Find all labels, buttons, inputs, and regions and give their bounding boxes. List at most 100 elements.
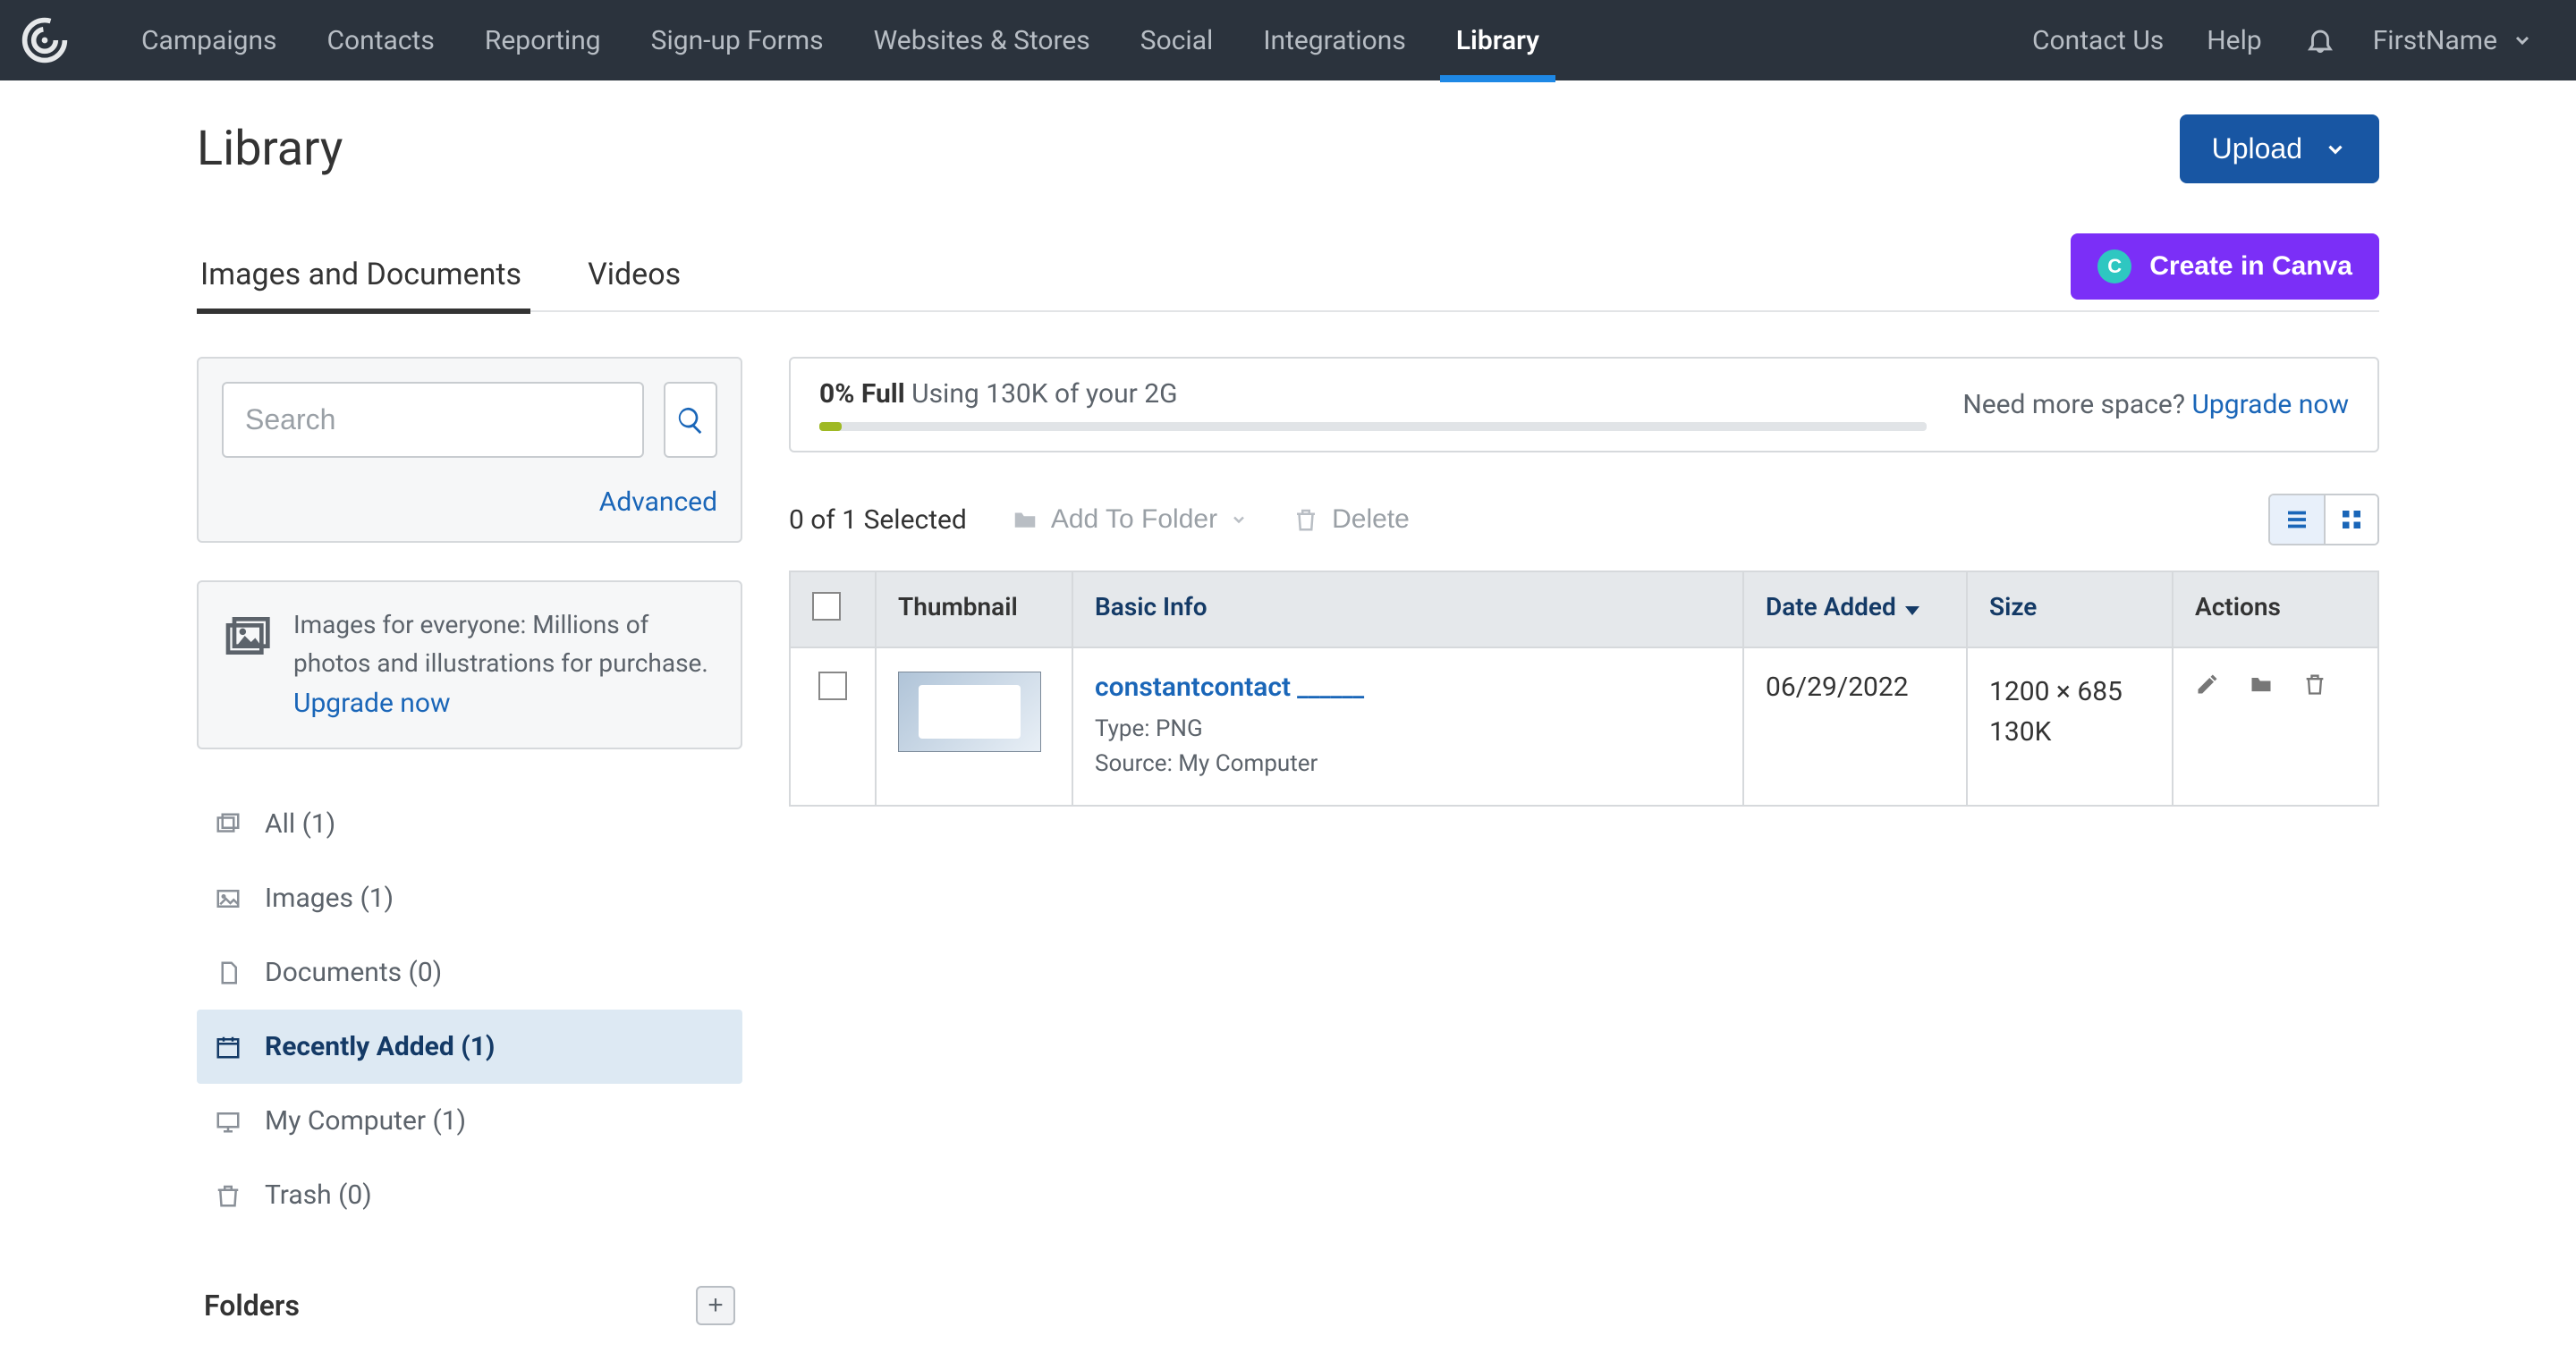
nav-websites-stores[interactable]: Websites & Stores <box>849 0 1115 80</box>
edit-icon[interactable] <box>2195 672 2220 697</box>
top-nav: Campaigns Contacts Reporting Sign-up For… <box>0 0 2576 80</box>
sidebar: Advanced Images for everyone: Millions o… <box>197 357 742 1325</box>
page-header: Library Upload <box>197 114 2379 183</box>
storage-usage-text: 0% Full Using 130K of your 2G <box>819 378 1927 410</box>
file-source: Source: My Computer <box>1095 747 1721 782</box>
folder-label: Trash (0) <box>265 1179 372 1211</box>
file-toolbar: 0 of 1 Selected Add To Folder Delete <box>789 494 2379 545</box>
nav-integrations[interactable]: Integrations <box>1238 0 1430 80</box>
logo-icon <box>20 15 70 65</box>
primary-nav: Campaigns Contacts Reporting Sign-up For… <box>116 0 1564 80</box>
chevron-down-icon <box>2512 30 2533 51</box>
chevron-down-icon <box>1230 511 1248 528</box>
nav-signup-forms[interactable]: Sign-up Forms <box>626 0 849 80</box>
add-to-folder-button[interactable]: Add To Folder <box>1012 504 1248 535</box>
folder-label: Images (1) <box>265 883 394 914</box>
table-row: constantcontact ______ Type: PNG Source:… <box>790 647 2378 806</box>
folder-label: Documents (0) <box>265 957 442 988</box>
folders-header: Folders + <box>197 1286 742 1325</box>
file-dimensions: 1200 × 685 <box>1989 672 2150 712</box>
nav-contacts[interactable]: Contacts <box>302 0 460 80</box>
add-folder-button[interactable]: + <box>696 1286 735 1325</box>
user-name: FirstName <box>2373 25 2497 56</box>
col-header-select <box>790 571 876 647</box>
selection-count: 0 of 1 Selected <box>789 504 967 536</box>
trash-icon <box>1292 506 1319 533</box>
grid-view-button[interactable] <box>2324 495 2377 544</box>
nav-campaigns[interactable]: Campaigns <box>116 0 302 80</box>
user-menu[interactable]: FirstName <box>2357 25 2549 56</box>
folder-documents[interactable]: Documents (0) <box>197 935 742 1010</box>
content-tabs: Images and Documents Videos <box>197 257 690 310</box>
tab-videos[interactable]: Videos <box>584 257 690 310</box>
folder-label: Recently Added (1) <box>265 1031 495 1062</box>
col-header-size[interactable]: Size <box>1967 571 2173 647</box>
storage-progress-fill <box>819 422 842 431</box>
search-button[interactable] <box>664 382 717 458</box>
create-in-canva-button[interactable]: C Create in Canva <box>2071 233 2379 300</box>
upload-button[interactable]: Upload <box>2180 114 2379 183</box>
delete-button[interactable]: Delete <box>1292 504 1410 535</box>
stack-icon <box>215 811 242 838</box>
col-header-actions: Actions <box>2173 571 2378 647</box>
storage-upgrade-link[interactable]: Upgrade now <box>2191 389 2349 420</box>
folders-heading: Folders <box>204 1289 300 1323</box>
folder-my-computer[interactable]: My Computer (1) <box>197 1084 742 1158</box>
file-thumbnail[interactable] <box>898 672 1041 752</box>
canva-button-label: Create in Canva <box>2149 251 2352 282</box>
move-to-folder-icon[interactable] <box>2249 672 2274 697</box>
folder-images[interactable]: Images (1) <box>197 861 742 935</box>
list-icon <box>2284 506 2310 533</box>
delete-icon[interactable] <box>2302 672 2327 697</box>
images-icon <box>215 885 242 912</box>
file-name-link[interactable]: constantcontact <box>1095 672 1291 703</box>
photo-stack-icon <box>222 611 272 661</box>
nav-reporting[interactable]: Reporting <box>460 0 626 80</box>
nav-notifications[interactable] <box>2284 0 2357 80</box>
brand-logo[interactable] <box>18 13 72 67</box>
nav-contact-us[interactable]: Contact Us <box>2011 0 2185 80</box>
folder-list: All (1) Images (1) Documents (0) Recentl… <box>197 787 742 1232</box>
canva-badge-icon: C <box>2097 249 2131 283</box>
folder-trash[interactable]: Trash (0) <box>197 1158 742 1232</box>
search-input[interactable] <box>222 382 644 458</box>
folder-label: All (1) <box>265 808 335 840</box>
file-date: 06/29/2022 <box>1766 672 1909 703</box>
secondary-nav: Contact Us Help FirstName <box>2011 0 2549 80</box>
delete-label: Delete <box>1332 504 1410 535</box>
row-checkbox[interactable] <box>818 672 847 700</box>
storage-upgrade-prompt: Need more space? Upgrade now <box>1962 389 2349 420</box>
nav-library[interactable]: Library <box>1431 0 1564 80</box>
col-header-date-added[interactable]: Date Added <box>1743 571 1967 647</box>
main-content: 0% Full Using 130K of your 2G Need more … <box>789 357 2379 807</box>
page-title: Library <box>197 121 343 177</box>
folder-recently-added[interactable]: Recently Added (1) <box>197 1010 742 1084</box>
upload-button-label: Upload <box>2212 132 2302 165</box>
plus-icon: + <box>708 1290 724 1321</box>
select-all-checkbox[interactable] <box>812 592 841 621</box>
sort-desc-icon <box>1905 606 1919 615</box>
document-icon <box>215 959 242 986</box>
search-panel: Advanced <box>197 357 742 543</box>
page-body: Library Upload Images and Documents Vide… <box>0 80 2576 1361</box>
nav-social[interactable]: Social <box>1115 0 1239 80</box>
promo-text: Images for everyone: Millions of photos … <box>293 605 717 724</box>
tab-images-documents[interactable]: Images and Documents <box>197 257 530 310</box>
folder-all[interactable]: All (1) <box>197 787 742 861</box>
upgrade-promo-panel: Images for everyone: Millions of photos … <box>197 580 742 749</box>
chevron-down-icon <box>2324 138 2347 161</box>
view-toggle <box>2268 494 2379 545</box>
folder-label: My Computer (1) <box>265 1105 466 1137</box>
list-view-button[interactable] <box>2270 495 2324 544</box>
file-table: Thumbnail Basic Info Date Added Size Act… <box>789 571 2379 807</box>
col-header-basic-info[interactable]: Basic Info <box>1072 571 1743 647</box>
storage-panel: 0% Full Using 130K of your 2G Need more … <box>789 357 2379 452</box>
storage-progress-bar <box>819 422 1927 431</box>
promo-upgrade-link[interactable]: Upgrade now <box>293 688 451 719</box>
nav-help[interactable]: Help <box>2185 0 2283 80</box>
add-to-folder-label: Add To Folder <box>1051 504 1217 535</box>
advanced-search-link[interactable]: Advanced <box>599 486 717 518</box>
file-type: Type: PNG <box>1095 712 1721 747</box>
grid-icon <box>2338 506 2365 533</box>
file-size: 130K <box>1989 712 2150 752</box>
